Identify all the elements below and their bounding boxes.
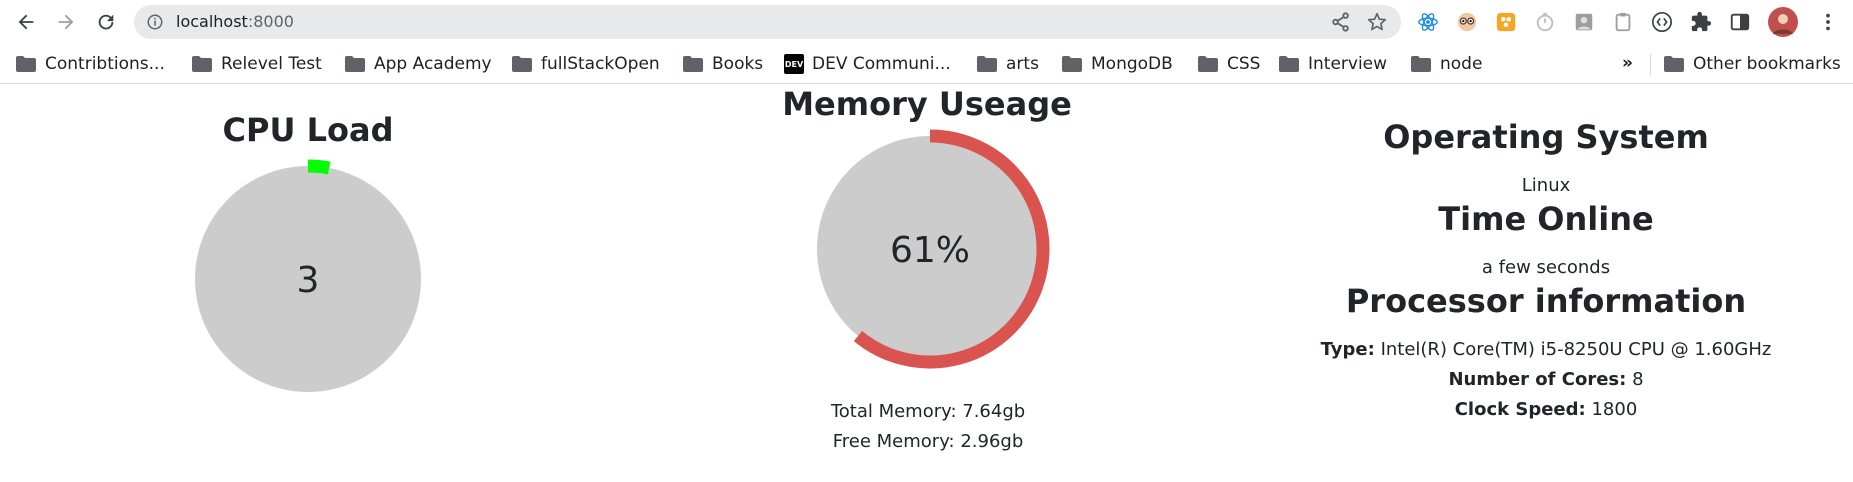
folder-icon: [977, 56, 997, 72]
folder-icon: [192, 56, 212, 72]
processor-cores: Number of Cores: 8: [1448, 369, 1644, 390]
timer-icon: [1536, 12, 1554, 32]
reload-icon: [98, 14, 114, 30]
mascot-extension[interactable]: [1455, 10, 1479, 34]
react-icon: [1418, 13, 1438, 31]
folder-icon: [1279, 56, 1299, 72]
cpu-gauge-arc: [307, 159, 331, 175]
browser-toolbar: localhost:8000: [0, 0, 1853, 44]
folder-icon: [16, 56, 36, 72]
bookmark-arts[interactable]: arts: [977, 52, 1039, 76]
uptime-title: Time Online: [1438, 200, 1654, 238]
avatar-icon: [1768, 7, 1798, 37]
react-devtools-extension[interactable]: [1416, 10, 1440, 34]
folder-icon: [1198, 56, 1218, 72]
folder-icon: [1664, 56, 1684, 72]
bookmark-relevel-test[interactable]: Relevel Test: [192, 52, 322, 76]
arrow-left-icon: [18, 14, 34, 30]
other-bookmarks[interactable]: Other bookmarks: [1664, 52, 1841, 76]
braces-icon: [1652, 12, 1672, 32]
folder-icon: [1411, 56, 1431, 72]
star-icon[interactable]: [1366, 11, 1388, 33]
back-button[interactable]: [10, 6, 42, 38]
memory-gauge: 61%: [817, 129, 1050, 369]
folder-icon: [1062, 56, 1082, 72]
owl-icon: [1457, 12, 1477, 32]
bookmark-books[interactable]: Books: [683, 52, 763, 76]
reload-button[interactable]: [90, 6, 122, 38]
bookmark-app-academy[interactable]: App Academy: [345, 52, 492, 76]
code-extension[interactable]: [1650, 10, 1674, 34]
bookmark-contributions[interactable]: Contribtions...: [16, 52, 165, 76]
address-bar[interactable]: localhost:8000: [134, 5, 1401, 39]
timer-extension[interactable]: [1533, 10, 1557, 34]
bookmark-fullstackopen[interactable]: fullStackOpen: [512, 52, 660, 76]
folder-icon: [345, 56, 365, 72]
cpu-value: 3: [297, 260, 320, 301]
share-icon[interactable]: [1330, 11, 1352, 33]
dev-icon: DEV: [784, 54, 804, 74]
os-value: Linux: [1521, 175, 1571, 196]
profile-avatar[interactable]: [1768, 7, 1798, 37]
bookmark-node[interactable]: node: [1411, 52, 1482, 76]
cpu-title: CPU Load: [222, 111, 394, 149]
processor-title: Processor information: [1345, 282, 1747, 320]
total-memory: Total Memory: 7.64gb: [830, 401, 1026, 422]
bookmarks-bar: Contribtions... Relevel Test App Academy…: [0, 44, 1853, 84]
browser-menu-button[interactable]: [1816, 10, 1840, 34]
bookmarks-divider: [1650, 54, 1651, 76]
dots-grid-icon: [1496, 12, 1516, 32]
cpu-gauge: 3: [195, 159, 421, 392]
bookmark-dev-community[interactable]: DEV DEV Communi...: [784, 52, 951, 76]
clip-extension[interactable]: [1611, 10, 1635, 34]
info-icon[interactable]: [146, 13, 164, 31]
puzzle-icon: [1691, 11, 1712, 32]
bookmark-css[interactable]: CSS: [1198, 52, 1260, 76]
more-vert-icon: [1826, 13, 1830, 31]
yellow-extension[interactable]: [1494, 10, 1518, 34]
free-memory: Free Memory: 2.96gb: [832, 431, 1024, 452]
extensions-button[interactable]: [1689, 10, 1713, 34]
page-content: CPU Load 3 Memory Useage 61% Total Memor…: [0, 85, 1853, 482]
processor-speed: Clock Speed: 1800: [1454, 399, 1638, 420]
side-panel-icon: [1730, 13, 1750, 31]
processor-type: Type: Intel(R) Core(TM) i5-8250U CPU @ 1…: [1320, 339, 1772, 360]
clipboard-icon: [1615, 12, 1631, 32]
folder-icon: [683, 56, 703, 72]
memory-value: 61%: [890, 230, 970, 271]
uptime-value: a few seconds: [1481, 257, 1611, 278]
folder-icon: [512, 56, 532, 72]
side-panel-button[interactable]: [1728, 10, 1752, 34]
more-bookmarks-button[interactable]: »: [1622, 53, 1633, 73]
forward-button[interactable]: [50, 6, 82, 38]
memory-title: Memory Useage: [782, 85, 1072, 123]
arrow-right-icon: [58, 14, 74, 30]
bookmark-mongodb[interactable]: MongoDB: [1062, 52, 1173, 76]
bookmark-interview[interactable]: Interview: [1279, 52, 1387, 76]
image-extension[interactable]: [1572, 10, 1596, 34]
url-text[interactable]: localhost:8000: [176, 12, 294, 31]
os-title: Operating System: [1383, 118, 1709, 156]
portrait-icon: [1575, 13, 1593, 31]
